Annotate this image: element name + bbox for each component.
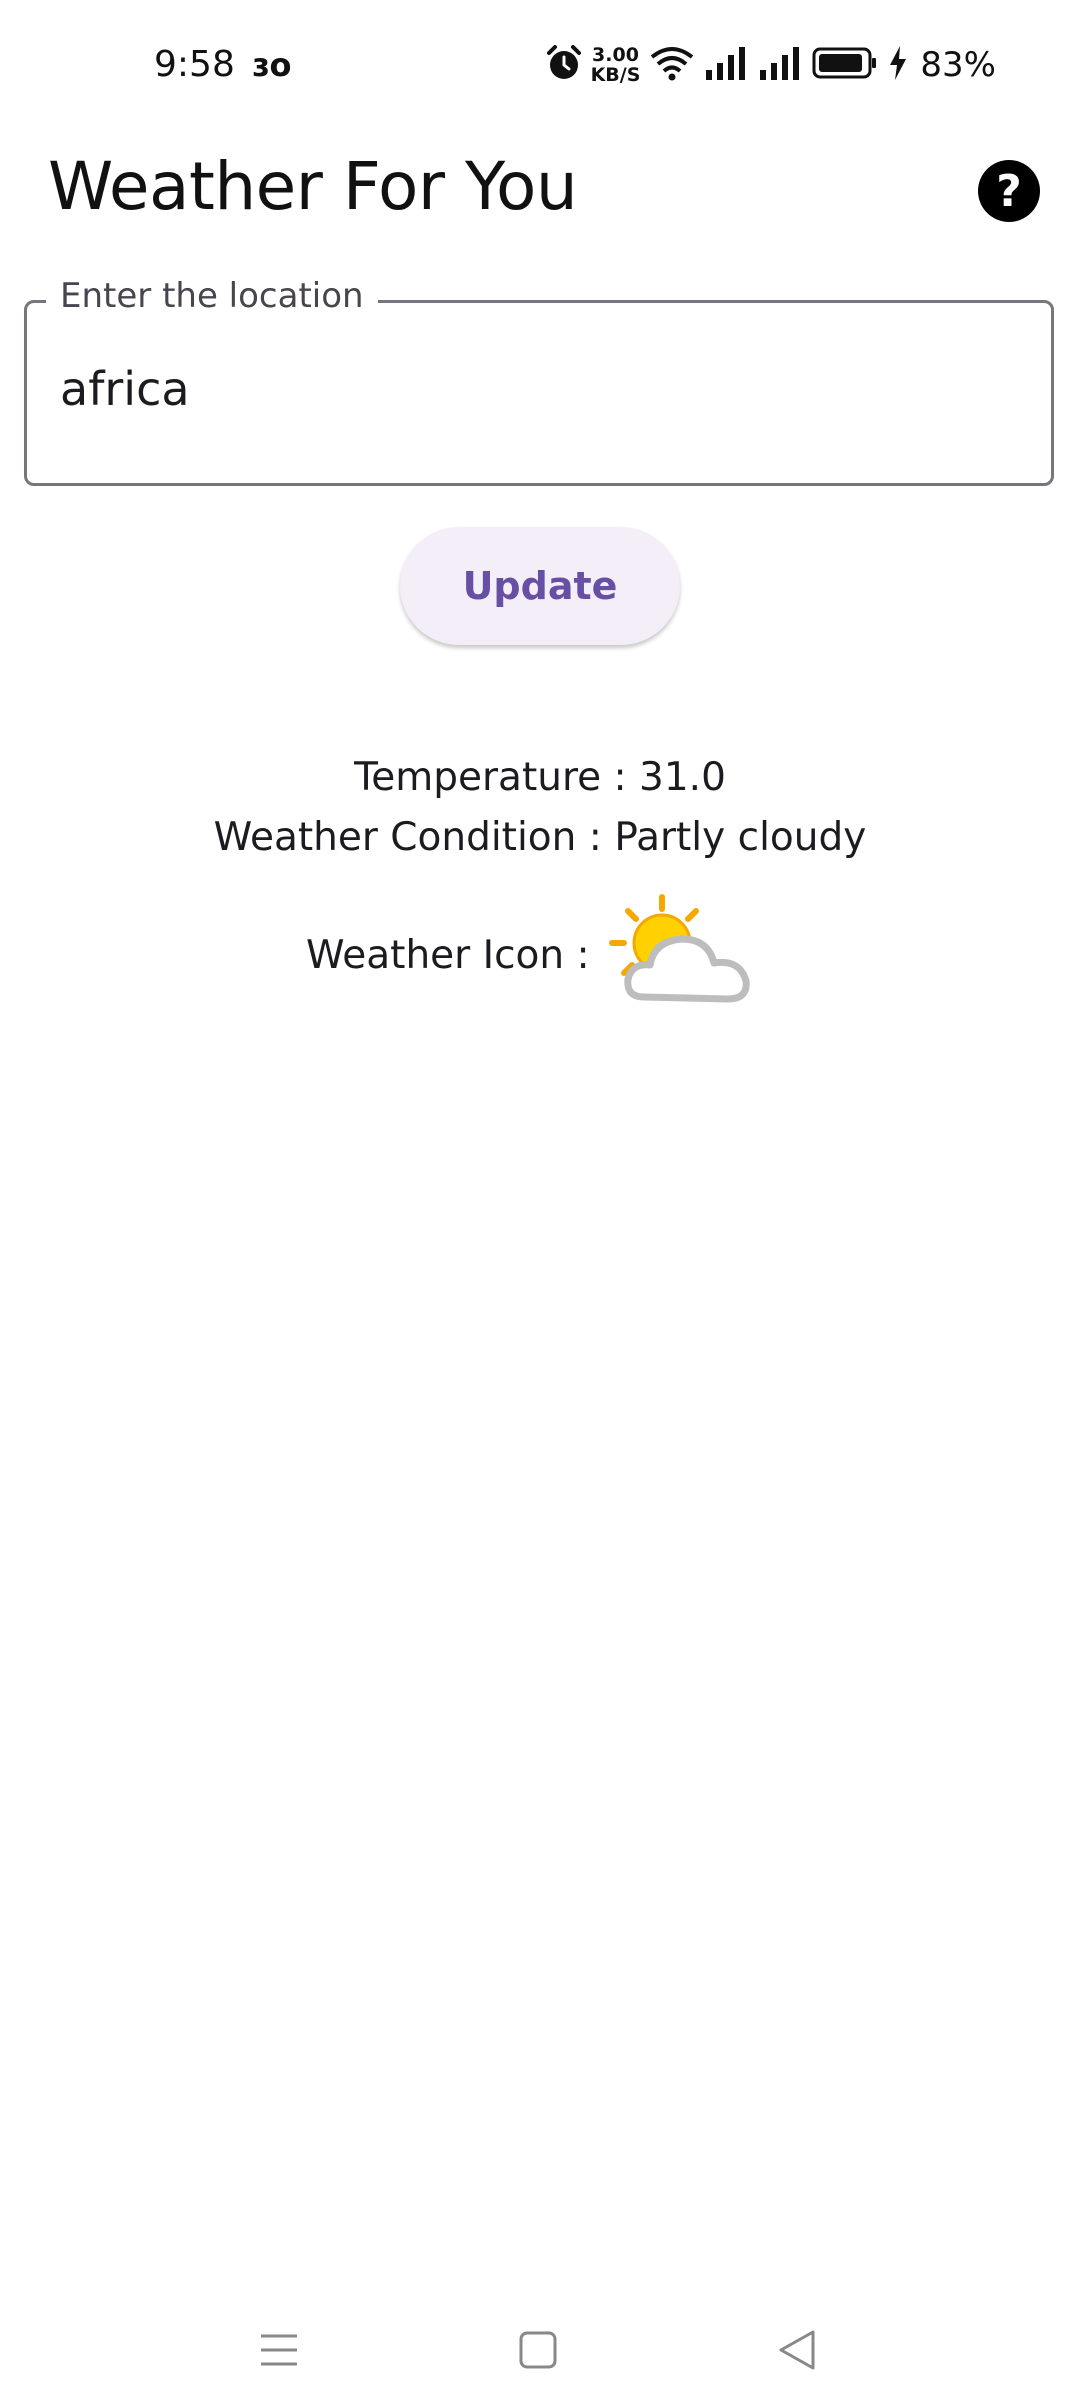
page-title: Weather For You [48,148,578,225]
home-square-icon[interactable] [503,2320,573,2380]
signal-icon [758,46,802,84]
battery-percent: 83% [920,45,996,85]
temperature-text: Temperature : 31.0 [354,755,726,800]
back-triangle-icon[interactable] [762,2320,832,2380]
status-time: 9:58 [154,44,235,85]
status-icons: 3.00 KB/S 83% [546,40,996,90]
wifi-icon [650,45,694,85]
update-button[interactable]: Update [400,527,680,645]
weather-icon-label: Weather Icon : [306,932,590,978]
system-nav-bar [0,2300,1080,2400]
notification-icon: ɜo [252,46,292,84]
status-bar: 9:58 ɜo 3.00 KB/S 83% [0,0,1080,140]
location-input[interactable] [60,362,1020,416]
network-speed: 3.00 KB/S [591,45,641,85]
help-icon[interactable]: ? [978,160,1040,222]
battery-icon [812,46,878,84]
app-bar: Weather For You [0,140,1080,240]
network-speed-unit: KB/S [590,64,641,86]
weather-icon-row: Weather Icon : [306,893,774,1017]
network-speed-value: 3.00 [592,44,639,66]
weather-condition-text: Weather Condition : Partly cloudy [213,815,867,860]
charging-icon [888,45,908,85]
partly-cloudy-icon [604,893,774,1017]
signal-icon [704,46,748,84]
menu-icon[interactable] [244,2320,314,2380]
alarm-icon [546,45,581,85]
location-field-label: Enter the location [46,276,378,316]
